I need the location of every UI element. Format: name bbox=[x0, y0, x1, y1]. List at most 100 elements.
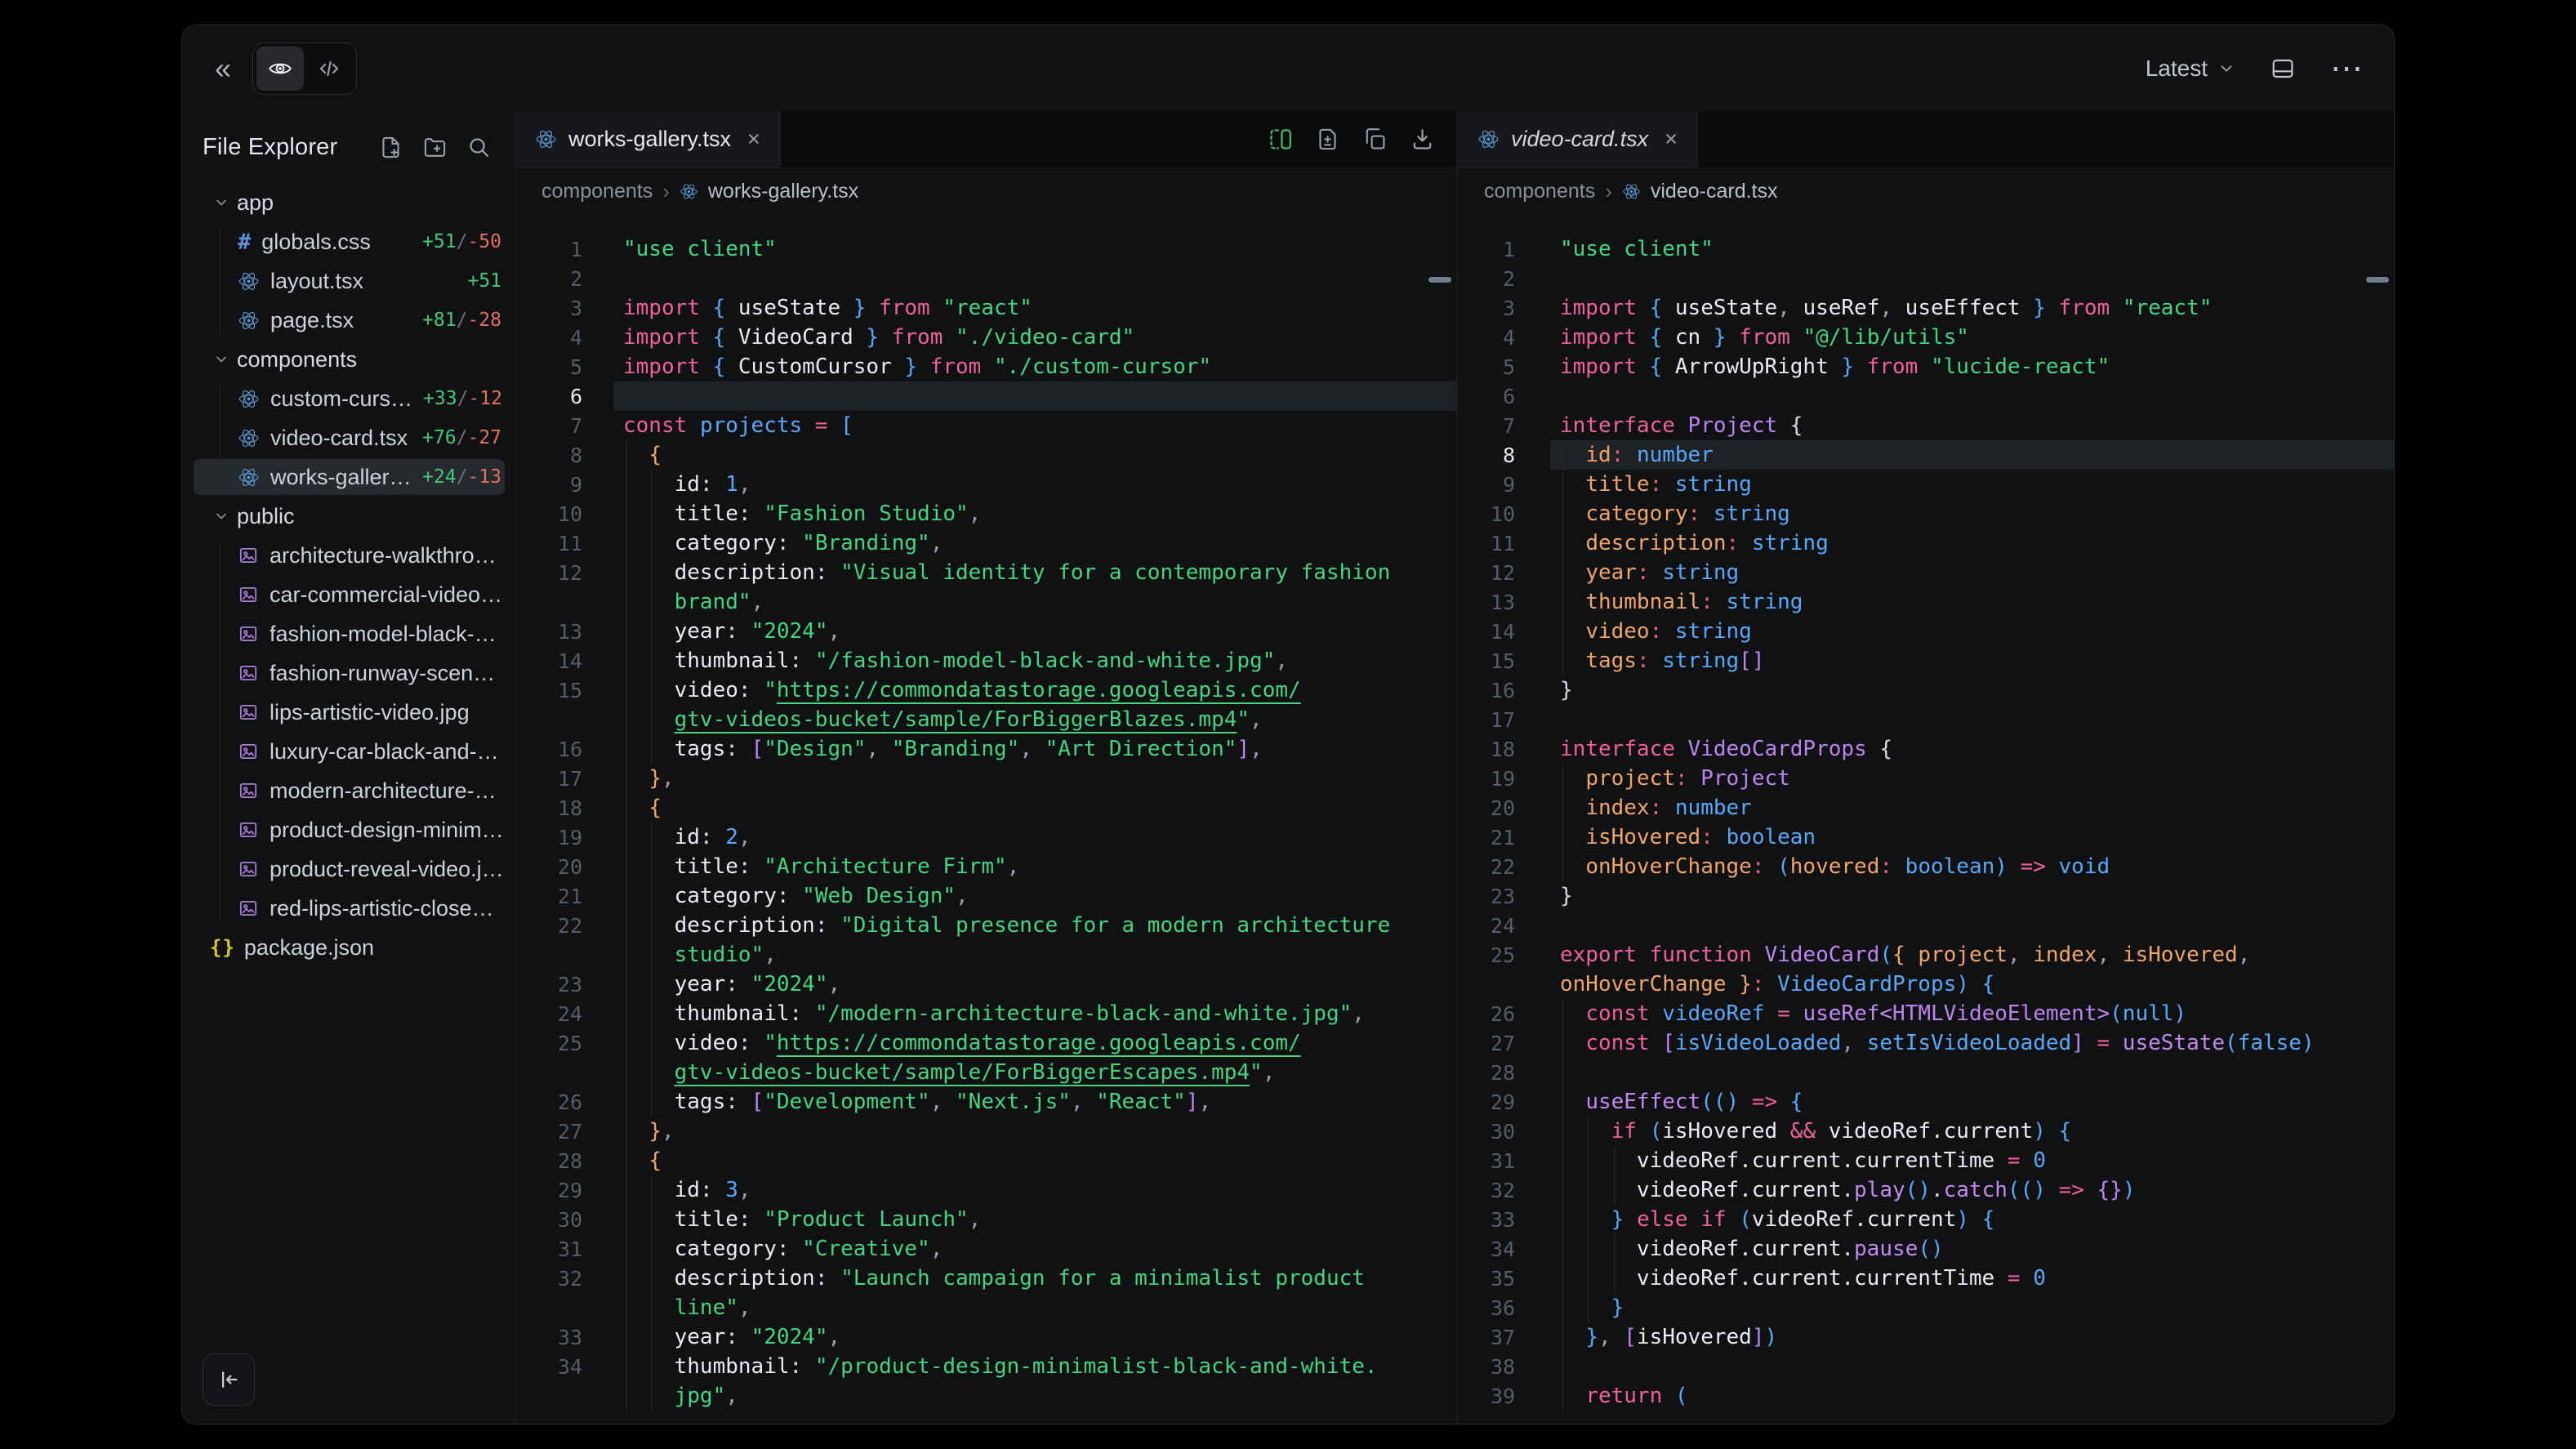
code-line: 6 bbox=[515, 381, 1456, 411]
line-number: 12 bbox=[515, 561, 582, 585]
code-editor-works-gallery[interactable]: 1"use client"23import { useState } from … bbox=[515, 215, 1456, 1424]
image-icon bbox=[238, 858, 259, 880]
code-text: if (isHovered && videoRef.current) { bbox=[1550, 1117, 2394, 1146]
tab-bar-left: works-gallery.tsx × bbox=[515, 111, 1456, 168]
code-line: 27 }, bbox=[515, 1117, 1456, 1146]
code-line: 27 const [isVideoLoaded, setIsVideoLoade… bbox=[1458, 1028, 2394, 1058]
code-text: { bbox=[613, 440, 1456, 470]
code-line: 21 category: "Web Design", bbox=[515, 881, 1456, 911]
image-icon bbox=[238, 584, 259, 605]
line-number: 20 bbox=[515, 855, 582, 879]
breadcrumb-folder[interactable]: components bbox=[541, 180, 653, 203]
react-icon bbox=[238, 310, 260, 332]
code-line: 34 videoRef.current.pause() bbox=[1458, 1234, 2394, 1264]
file-name: luxury-car-black-and-… bbox=[270, 739, 499, 765]
tree-item-car-commercial-video-[interactable]: car-commercial-video… bbox=[182, 575, 515, 614]
new-file-button[interactable] bbox=[378, 135, 403, 160]
breadcrumb-file[interactable]: video-card.tsx bbox=[1651, 180, 1778, 203]
tree-item-red-lips-artistic-close-[interactable]: red-lips-artistic-close… bbox=[182, 889, 515, 928]
code-line: 28 { bbox=[515, 1146, 1456, 1175]
code-line: 11 description: string bbox=[1458, 528, 2394, 558]
tree-item-globals.css[interactable]: #globals.css+51/-50 bbox=[182, 222, 515, 261]
tree-item-modern-architecture-[interactable]: modern-architecture-… bbox=[182, 771, 515, 810]
code-text: description: "Visual identity for a cont… bbox=[613, 558, 1456, 587]
line-number: 26 bbox=[1458, 1002, 1515, 1026]
copy-button[interactable] bbox=[1362, 127, 1388, 152]
tree-item-product-design-minim-[interactable]: product-design-minim… bbox=[182, 810, 515, 849]
tree-item-layout.tsx[interactable]: layout.tsx+51 bbox=[182, 261, 515, 301]
line-number: 23 bbox=[515, 973, 582, 996]
line-number: 32 bbox=[515, 1267, 582, 1291]
line-number: 16 bbox=[515, 738, 582, 761]
code-toggle-button[interactable] bbox=[305, 47, 353, 91]
tree-item-public[interactable]: public bbox=[182, 497, 515, 536]
split-view-icon bbox=[1268, 127, 1293, 152]
line-number: 21 bbox=[1458, 826, 1515, 849]
tree-item-custom-curs-[interactable]: custom-curs…+33/-12 bbox=[182, 379, 515, 418]
version-dropdown[interactable]: Latest bbox=[2146, 56, 2235, 82]
download-button[interactable] bbox=[1410, 127, 1435, 152]
code-line: 30 title: "Product Launch", bbox=[515, 1205, 1456, 1234]
copy-icon bbox=[1362, 127, 1388, 152]
tree-item-components[interactable]: components bbox=[182, 340, 515, 379]
code-line: 32 description: "Launch campaign for a m… bbox=[515, 1264, 1456, 1293]
line-number: 16 bbox=[1458, 679, 1515, 702]
tab-video-card[interactable]: video-card.tsx × bbox=[1458, 111, 1698, 167]
code-text: category: "Web Design", bbox=[613, 881, 1456, 911]
tree-item-fashion-runway-scen-[interactable]: fashion-runway-scen… bbox=[182, 653, 515, 693]
tree-item-works-galler-[interactable]: works-galler…+24/-13 bbox=[182, 457, 515, 497]
code-line: 9 id: 1, bbox=[515, 470, 1456, 499]
code-line: gtv-videos-bucket/sample/ForBiggerEscape… bbox=[515, 1058, 1456, 1087]
close-icon[interactable]: × bbox=[1660, 127, 1678, 152]
code-text: const projects = [ bbox=[613, 411, 1456, 440]
tree-item-page.tsx[interactable]: page.tsx+81/-28 bbox=[182, 301, 515, 340]
tree-item-architecture-walkthro-[interactable]: architecture-walkthro… bbox=[182, 536, 515, 575]
code-text: }, [isHovered]) bbox=[1550, 1322, 2394, 1352]
split-view-button[interactable] bbox=[1268, 127, 1293, 152]
panel-layout-button[interactable] bbox=[2270, 56, 2296, 82]
top-toolbar: « Latest bbox=[182, 25, 2394, 111]
scrollbar-thumb[interactable] bbox=[2366, 277, 2389, 283]
tree-item-fashion-model-black-[interactable]: fashion-model-black-… bbox=[182, 614, 515, 653]
file-name: lips-artistic-video.jpg bbox=[270, 700, 470, 725]
collapse-left-button[interactable]: « bbox=[207, 54, 239, 83]
line-number: 37 bbox=[1458, 1326, 1515, 1349]
tree-item-lips-artistic-video.jpg[interactable]: lips-artistic-video.jpg bbox=[182, 693, 515, 732]
breadcrumb-file[interactable]: works-gallery.tsx bbox=[708, 180, 858, 203]
code-text: category: string bbox=[1550, 499, 2394, 528]
line-number: 5 bbox=[515, 355, 582, 379]
file-name: app bbox=[237, 190, 274, 216]
line-number: 14 bbox=[1458, 620, 1515, 644]
image-icon bbox=[238, 662, 259, 684]
code-text bbox=[1550, 264, 2394, 293]
tree-item-video-card.tsx[interactable]: video-card.tsx+76/-27 bbox=[182, 418, 515, 457]
file-name: components bbox=[237, 347, 357, 372]
code-line: 6 bbox=[1458, 381, 2394, 411]
more-options-button[interactable]: ⋯ bbox=[2330, 50, 2364, 87]
new-folder-button[interactable] bbox=[422, 135, 448, 160]
code-line: 5import { ArrowUpRight } from "lucide-re… bbox=[1458, 352, 2394, 381]
tab-works-gallery[interactable]: works-gallery.tsx × bbox=[515, 111, 781, 167]
code-line: 34 thumbnail: "/product-design-minimalis… bbox=[515, 1352, 1456, 1381]
tree-item-package.json[interactable]: {}package.json bbox=[182, 928, 515, 967]
code-line: 20 title: "Architecture Firm", bbox=[515, 852, 1456, 881]
tree-item-product-reveal-video.j-[interactable]: product-reveal-video.j… bbox=[182, 849, 515, 889]
tree-item-app[interactable]: app bbox=[182, 183, 515, 222]
scrollbar-thumb[interactable] bbox=[1428, 277, 1451, 283]
tree-item-luxury-car-black-and-[interactable]: luxury-car-black-and-… bbox=[182, 732, 515, 771]
file-diff-button[interactable] bbox=[1315, 127, 1340, 152]
collapse-sidebar-button[interactable] bbox=[203, 1353, 255, 1406]
code-text: } bbox=[1550, 881, 2394, 911]
preview-toggle-button[interactable] bbox=[256, 47, 304, 91]
code-line: 20 index: number bbox=[1458, 793, 2394, 823]
code-editor-video-card[interactable]: 1"use client"23import { useState, useRef… bbox=[1458, 215, 2394, 1424]
tab-label: video-card.tsx bbox=[1511, 127, 1648, 152]
code-line: 2 bbox=[515, 264, 1456, 293]
code-text: videoRef.current.pause() bbox=[1550, 1234, 2394, 1264]
file-name: custom-curs… bbox=[270, 386, 412, 412]
code-line: 13 year: "2024", bbox=[515, 617, 1456, 646]
close-icon[interactable]: × bbox=[742, 127, 760, 152]
new-file-icon bbox=[378, 135, 403, 160]
search-button[interactable] bbox=[466, 135, 492, 160]
breadcrumb-folder[interactable]: components bbox=[1484, 180, 1595, 203]
